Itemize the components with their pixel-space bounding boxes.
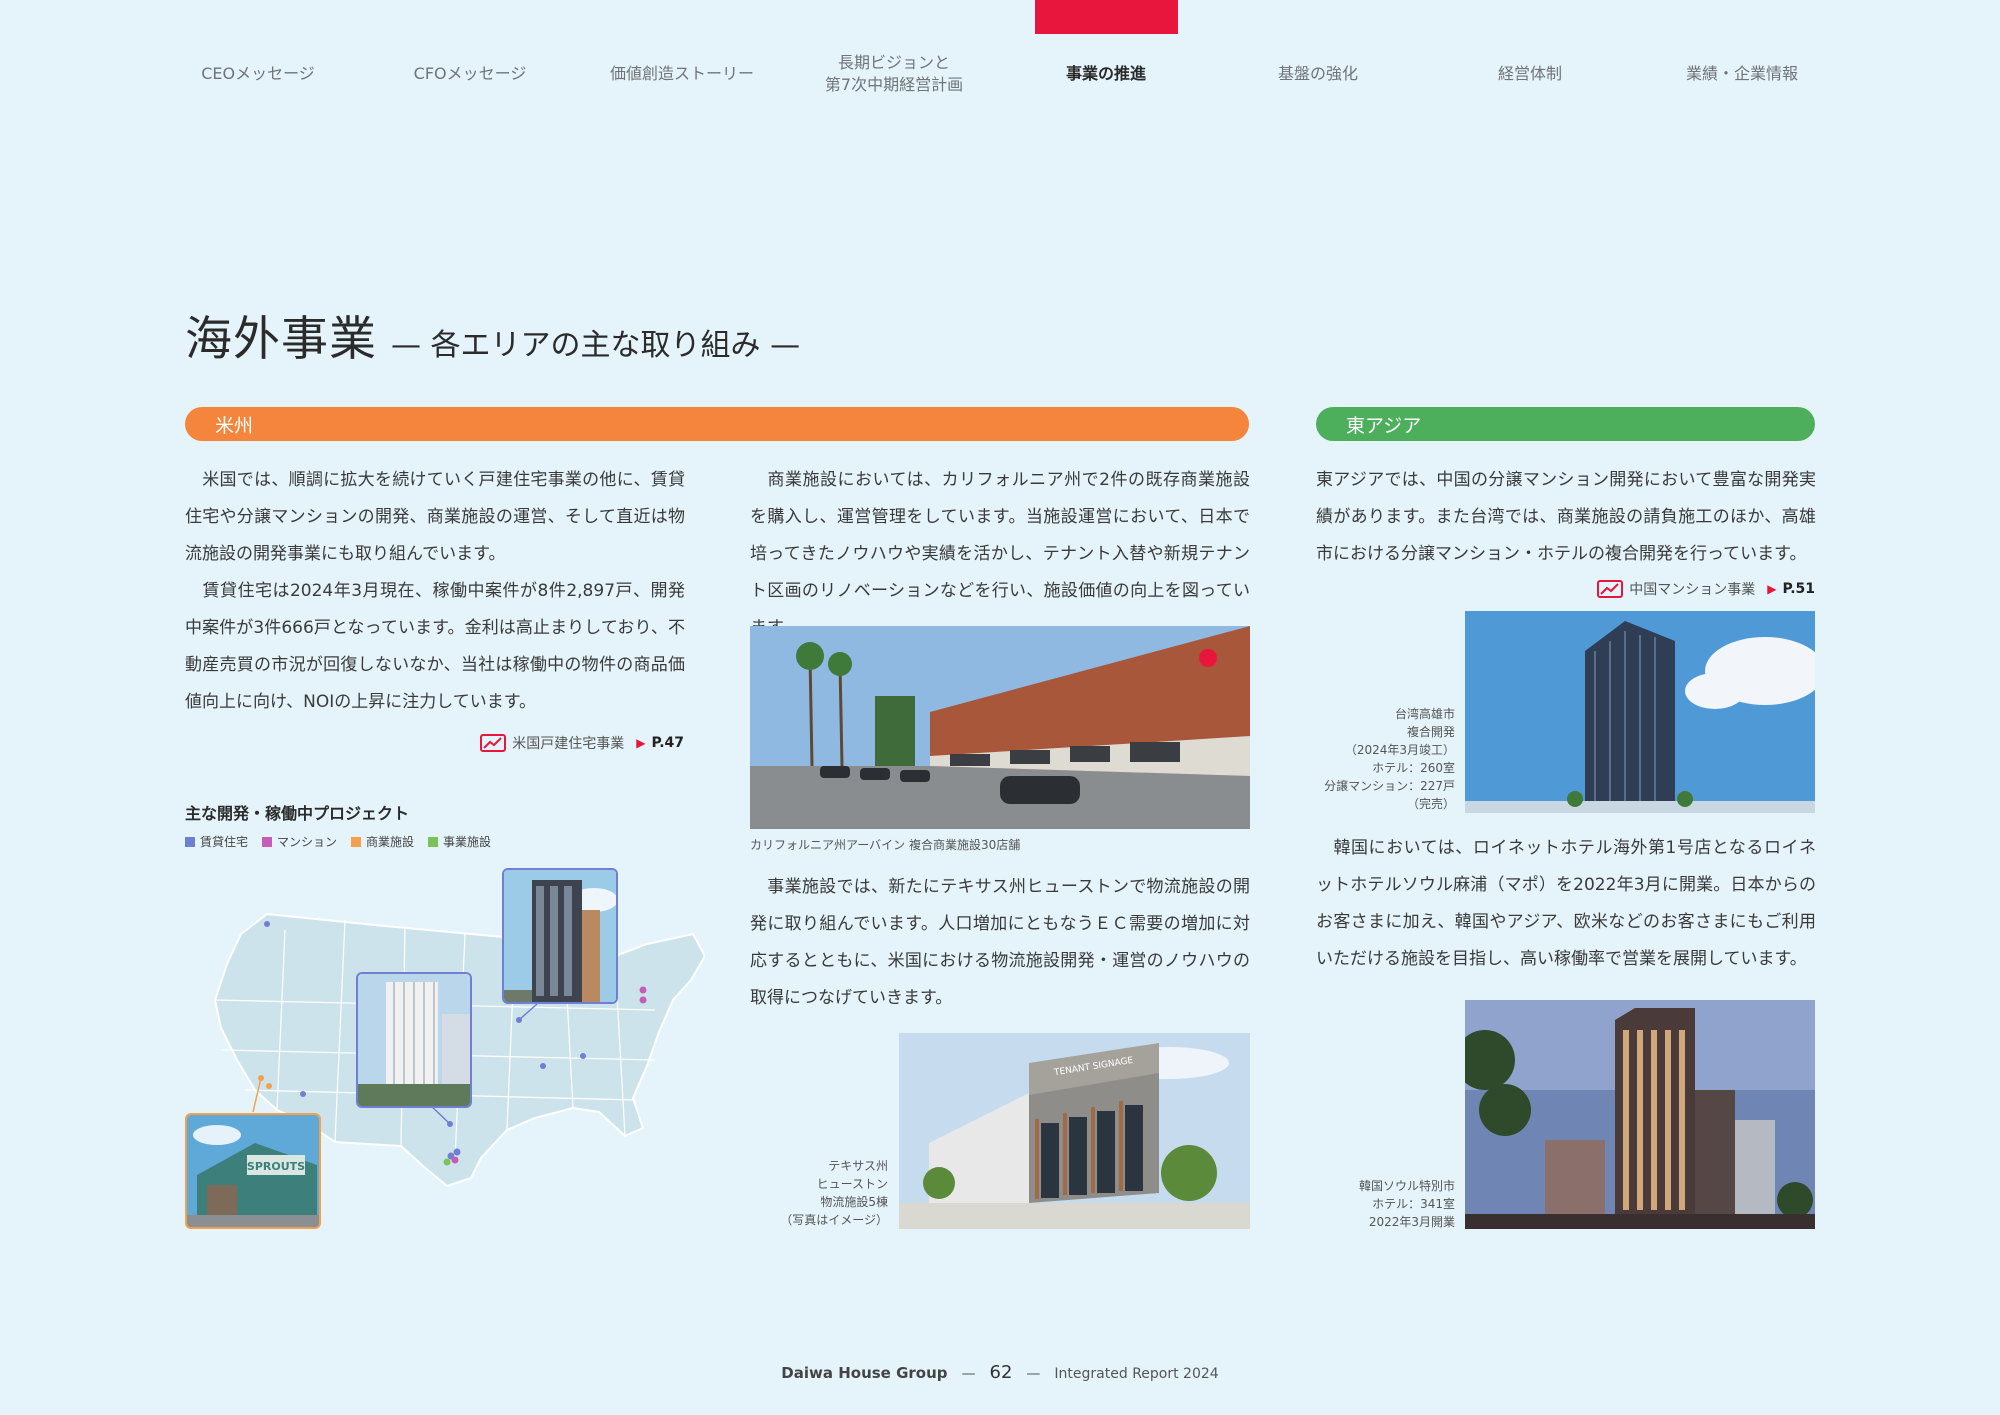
americas-paragraph-overview: 米国では、順調に拡大を続けていく戸建住宅事業の他に、賃貸住宅や分譲マンションの開…: [185, 470, 685, 564]
legend-swatch: [351, 836, 362, 847]
legend-item: 事業施設: [428, 833, 491, 850]
projects-map-heading: 主な開発・稼働中プロジェクト: [185, 804, 410, 823]
americas-text-block-1: 米国では、順調に拡大を続けていく戸建住宅事業の他に、賃貸住宅や分譲マンションの開…: [185, 462, 685, 721]
active-tab-indicator: [1035, 0, 1178, 34]
americas-paragraph-logistics: 事業施設では、新たにテキサス州ヒューストンで物流施設の開発に取り組んでいます。人…: [750, 877, 1250, 1008]
nav-tab-1[interactable]: CEOメッセージ: [152, 46, 364, 102]
us-housing-page-reference-link[interactable]: 米国戸建住宅事業 ▶ P.47: [480, 733, 684, 753]
nav-tab-4[interactable]: 長期ビジョンと 第7次中期経営計画: [788, 46, 1000, 102]
americas-text-block-3: 事業施設では、新たにテキサス州ヒューストンで物流施設の開発に取り組んでいます。人…: [750, 869, 1250, 1017]
page-title: 海外事業 — 各エリアの主な取り組み —: [185, 300, 800, 369]
nav-tab-2[interactable]: CFOメッセージ: [364, 46, 576, 102]
houston-logistics-facility-photo: TENANT SIGNAGE: [899, 1033, 1250, 1229]
nav-tab-label: 経営体制: [1497, 64, 1562, 83]
footer-dash-right: —: [1026, 1366, 1041, 1382]
projects-map-legend: 賃貸住宅 マンション 商業施設 事業施設: [185, 833, 491, 850]
reference-label: 米国戸建住宅事業: [512, 736, 625, 752]
page-title-subtitle: — 各エリアの主な取り組み —: [391, 328, 801, 363]
reference-page: P.47: [651, 735, 685, 751]
legend-swatch: [428, 836, 439, 847]
legend-swatch: [262, 836, 273, 847]
store-sign-text: SPROUTS: [247, 1160, 305, 1173]
americas-paragraph-commercial: 商業施設においては、カリフォルニア州で2件の既存商業施設を購入し、運営管理をして…: [750, 470, 1250, 638]
nav-tab-3[interactable]: 価値創造ストーリー: [576, 46, 788, 102]
legend-item: 賃貸住宅: [185, 833, 248, 850]
map-thumbnail-highrise-tower: [502, 868, 618, 1004]
nav-tab-label: 業績・企業情報: [1685, 64, 1798, 83]
americas-section-bar: 米州: [185, 407, 1249, 441]
nav-tab-7[interactable]: 経営体制: [1424, 46, 1636, 102]
nav-tab-label: 価値創造ストーリー: [609, 64, 754, 83]
nav-tab-label: 長期ビジョンと 第7次中期経営計画: [824, 53, 964, 94]
legend-label: 賃貸住宅: [200, 835, 249, 849]
footer-report-title: Integrated Report 2024: [1054, 1366, 1219, 1382]
east-asia-paragraph-overview: 東アジアでは、中国の分譲マンション開発において豊富な開発実績があります。また台湾…: [1316, 470, 1816, 564]
nav-tab-5[interactable]: 事業の推進: [1000, 46, 1212, 102]
report-icon: [1597, 580, 1624, 598]
arrow-right-icon: ▶: [1767, 582, 1777, 596]
americas-text-block-2: 商業施設においては、カリフォルニア州で2件の既存商業施設を購入し、運営管理をして…: [750, 462, 1250, 647]
legend-label: 商業施設: [366, 835, 415, 849]
kaohsiung-complex-photo: [1465, 611, 1815, 813]
nav-tab-label: CFOメッセージ: [413, 64, 527, 83]
legend-swatch: [185, 836, 195, 847]
east-asia-section-label: 東アジア: [1346, 414, 1422, 437]
nav-tab-label: 基盤の強化: [1277, 64, 1358, 83]
americas-paragraph-rental: 賃貸住宅は2024年3月現在、稼働中案件が8件2,897戸、開発中案件が3件66…: [185, 581, 685, 712]
nav-tab-8[interactable]: 業績・企業情報: [1636, 46, 1848, 102]
east-asia-paragraph-korea: 韓国においては、ロイネットホテル海外第1号店となるロイネットホテルソウル麻浦（マ…: [1316, 838, 1816, 969]
east-asia-text-block-2: 韓国においては、ロイネットホテル海外第1号店となるロイネットホテルソウル麻浦（マ…: [1316, 830, 1816, 978]
nav-tab-label: 事業の推進: [1065, 64, 1146, 83]
legend-item: マンション: [262, 833, 337, 850]
nav-tab-label: CEOメッセージ: [201, 64, 315, 83]
kaohsiung-photo-caption: 台湾高雄市 複合開発 （2024年3月竣工） ホテル：260室 分譲マンション：…: [1324, 707, 1455, 811]
nav-tab-6[interactable]: 基盤の強化: [1212, 46, 1424, 102]
footer-dash-left: —: [961, 1366, 976, 1382]
page-number: 62: [989, 1362, 1013, 1383]
map-thumbnail-grocery-store: SPROUTS: [185, 1113, 321, 1229]
report-icon: [480, 734, 507, 752]
page-title-main: 海外事業: [185, 312, 377, 367]
map-thumbnail-apartment-tower: [356, 972, 472, 1108]
china-condo-page-reference-link[interactable]: 中国マンション事業 ▶ P.51: [1597, 579, 1815, 599]
east-asia-text-block-1: 東アジアでは、中国の分譲マンション開発において豊富な開発実績があります。また台湾…: [1316, 462, 1816, 573]
legend-item: 商業施設: [351, 833, 414, 850]
arrow-right-icon: ▶: [636, 736, 646, 750]
reference-page: P.51: [1782, 581, 1816, 597]
legend-label: マンション: [277, 835, 338, 849]
houston-photo-caption: テキサス州 ヒューストン 物流施設5棟 （写真はイメージ）: [780, 1159, 888, 1227]
legend-label: 事業施設: [443, 835, 492, 849]
reference-label: 中国マンション事業: [1629, 582, 1756, 598]
seoul-hotel-photo: [1465, 1000, 1815, 1229]
americas-section-label: 米州: [215, 414, 254, 437]
seoul-photo-caption: 韓国ソウル特別市 ホテル：341室 2022年3月開業: [1358, 1179, 1455, 1229]
irvine-photo-caption: カリフォルニア州アーバイン 複合商業施設30店舗: [750, 838, 1021, 852]
page-footer: Daiwa House Group — 62 — Integrated Repo…: [0, 1362, 2000, 1383]
east-asia-section-bar: 東アジア: [1316, 407, 1815, 441]
irvine-commercial-facility-photo: [750, 626, 1250, 829]
footer-brand: Daiwa House Group: [781, 1364, 948, 1382]
